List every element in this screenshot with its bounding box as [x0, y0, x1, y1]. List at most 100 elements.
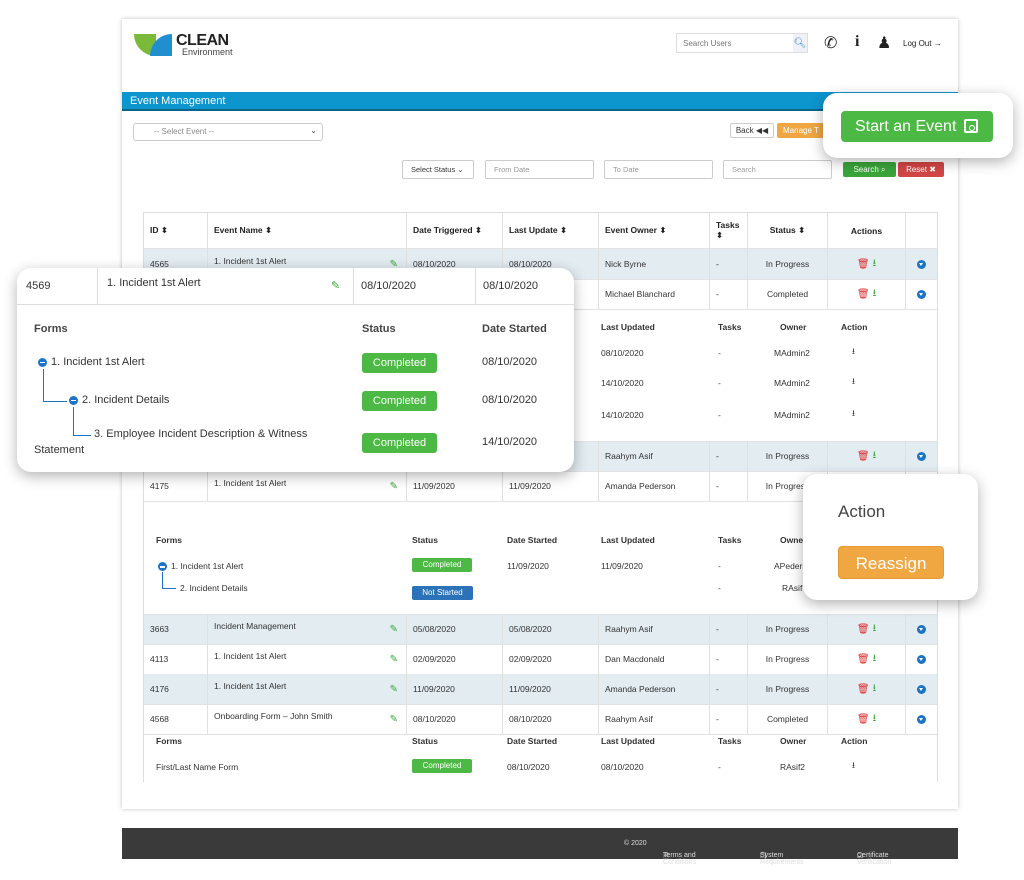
- back-button[interactable]: Back ◀◀: [730, 123, 774, 138]
- form-name[interactable]: 3. Employee Incident Description & Witne…: [94, 428, 307, 440]
- search-users: 🔍︎: [676, 33, 808, 53]
- sub-tasks: -: [718, 378, 721, 388]
- footer-terms-label: Terms and Conditions: [663, 852, 697, 866]
- expand-chevron-icon[interactable]: [917, 654, 926, 664]
- cell-event-name: 1. Incident 1st Alert ✎: [208, 674, 407, 704]
- cell-expand: [906, 614, 937, 644]
- form-name[interactable]: 2. Incident Details: [180, 583, 248, 593]
- detail-row[interactable]: 4569 1. Incident 1st Alert ✎ 08/10/2020 …: [17, 268, 574, 305]
- col-id[interactable]: ID ⬍: [144, 213, 208, 248]
- form-item[interactable]: 1. Incident 1st Alert: [158, 561, 243, 572]
- from-date-input[interactable]: From Date: [485, 160, 594, 179]
- close-icon: ✖: [929, 165, 936, 174]
- collapse-icon[interactable]: [69, 395, 78, 405]
- download-icon[interactable]: ⭳: [873, 621, 877, 638]
- edit-pencil-icon[interactable]: ✎: [390, 654, 398, 665]
- info-icon[interactable]: i: [855, 33, 859, 51]
- cell-status: Completed: [748, 279, 828, 309]
- sub-tasks: -: [718, 410, 721, 420]
- status-badge: Not Started: [412, 586, 473, 600]
- trash-icon[interactable]: 🗑︎: [857, 259, 870, 270]
- sub-header-owner: Owner: [780, 322, 807, 332]
- start-event-button[interactable]: Start an Event: [841, 111, 993, 142]
- user-worker-icon[interactable]: ♟: [877, 33, 891, 53]
- select-status-dropdown[interactable]: Select Status ⌄: [402, 160, 474, 179]
- download-icon[interactable]: ⭳: [852, 346, 855, 360]
- cell-event-owner: Dan Macdonald: [599, 644, 710, 674]
- expand-chevron-icon[interactable]: [917, 684, 926, 694]
- trash-icon[interactable]: 🗑︎: [857, 289, 870, 300]
- collapse-icon[interactable]: [38, 357, 47, 367]
- form-date: 14/10/2020: [482, 436, 538, 448]
- edit-pencil-icon[interactable]: ✎: [331, 279, 340, 292]
- edit-pencil-icon[interactable]: ✎: [390, 714, 398, 725]
- col-date-triggered[interactable]: Date Triggered ⬍: [407, 213, 503, 248]
- download-icon[interactable]: ⭳: [873, 711, 877, 728]
- cell-event-owner-text: Nick Byrne: [605, 259, 647, 269]
- table-row[interactable]: 4113 1. Incident 1st Alert ✎ 02/09/2020 02/0…: [144, 644, 937, 675]
- trash-icon[interactable]: 🗑︎: [857, 714, 870, 725]
- detail-status-header: Status: [362, 323, 396, 335]
- cell-event-owner: Amanda Pederson: [599, 674, 710, 704]
- trash-icon[interactable]: 🗑︎: [857, 451, 870, 462]
- collapse-icon[interactable]: [158, 562, 167, 572]
- download-icon[interactable]: ⭳: [852, 760, 855, 774]
- cell-last-update: 05/08/2020: [503, 614, 599, 644]
- col-last-update[interactable]: Last Update ⬍: [503, 213, 599, 248]
- reassign-button[interactable]: Reassign: [838, 546, 944, 579]
- form-name[interactable]: First/Last Name Form: [156, 762, 238, 772]
- cell-event-owner: Michael Blanchard: [599, 279, 710, 309]
- form-item[interactable]: 2. Incident Details: [69, 394, 169, 406]
- divider: [475, 268, 476, 304]
- expand-chevron-icon[interactable]: [917, 289, 926, 299]
- expand-chevron-icon[interactable]: [917, 624, 926, 634]
- download-icon[interactable]: ⭳: [873, 256, 877, 273]
- table-row[interactable]: 3663 Incident Management ✎ 05/08/2020 05/08/…: [144, 614, 937, 645]
- sub-last-updated: 11/09/2020: [601, 561, 643, 571]
- trash-icon[interactable]: 🗑︎: [857, 684, 870, 695]
- logout-button[interactable]: Log Out →: [903, 39, 942, 48]
- expand-chevron-icon[interactable]: [917, 714, 926, 724]
- form-item[interactable]: 1. Incident 1st Alert: [38, 356, 145, 368]
- logo[interactable]: CLEAN Environment: [134, 32, 244, 58]
- col-status[interactable]: Status ⬍: [748, 213, 828, 248]
- download-icon[interactable]: ⭳: [873, 681, 877, 698]
- search-button[interactable]: Search ⌕: [843, 162, 896, 177]
- col-event-name[interactable]: Event Name ⬍: [208, 213, 407, 248]
- download-icon[interactable]: ⭳: [873, 448, 877, 465]
- download-icon[interactable]: ⭳: [852, 376, 855, 390]
- trash-icon[interactable]: 🗑︎: [857, 624, 870, 635]
- cell-actions: 🗑︎⭳: [828, 279, 906, 309]
- cell-last-update-text: 11/09/2020: [509, 684, 551, 694]
- cell-status: In Progress: [748, 644, 828, 674]
- trash-icon[interactable]: 🗑︎: [857, 654, 870, 665]
- download-icon[interactable]: ⭳: [852, 408, 855, 422]
- download-icon[interactable]: ⭳: [873, 286, 877, 303]
- sub-owner: MAdmin2: [774, 410, 810, 420]
- search-input[interactable]: Search: [723, 160, 832, 179]
- sub-header-forms: Forms: [156, 736, 182, 746]
- select-event-value: -- Select Event --: [154, 127, 215, 136]
- col-event-owner[interactable]: Event Owner ⬍: [599, 213, 710, 248]
- edit-pencil-icon[interactable]: ✎: [390, 624, 398, 635]
- table-row[interactable]: 4568 Onboarding Form – John Smith ✎ 08/10/2…: [144, 704, 937, 735]
- status-badge: Completed: [362, 391, 437, 411]
- cell-id: 4176: [144, 674, 208, 704]
- edit-pencil-icon[interactable]: ✎: [390, 481, 398, 492]
- form-name: 1. Incident 1st Alert: [51, 356, 145, 368]
- search-users-input[interactable]: [677, 34, 793, 52]
- edit-pencil-icon[interactable]: ✎: [390, 684, 398, 695]
- phone-icon[interactable]: ✆: [824, 33, 837, 53]
- expand-chevron-icon[interactable]: [917, 259, 926, 269]
- sub-header-tasks: Tasks: [718, 322, 742, 332]
- to-date-input[interactable]: To Date: [604, 160, 713, 179]
- download-icon[interactable]: ⭳: [873, 651, 877, 668]
- cell-event-owner: Raahym Asif: [599, 441, 710, 471]
- expand-chevron-icon[interactable]: [917, 451, 926, 461]
- cell-event-owner-text: Raahym Asif: [605, 624, 653, 634]
- select-event-dropdown[interactable]: -- Select Event -- ⌄: [133, 123, 323, 141]
- reset-button[interactable]: Reset ✖: [898, 162, 944, 177]
- col-tasks[interactable]: Tasks ⬍: [710, 213, 748, 248]
- search-icon[interactable]: 🔍︎: [793, 34, 807, 52]
- table-row[interactable]: 4176 1. Incident 1st Alert ✎ 11/09/2020 11/0…: [144, 674, 937, 705]
